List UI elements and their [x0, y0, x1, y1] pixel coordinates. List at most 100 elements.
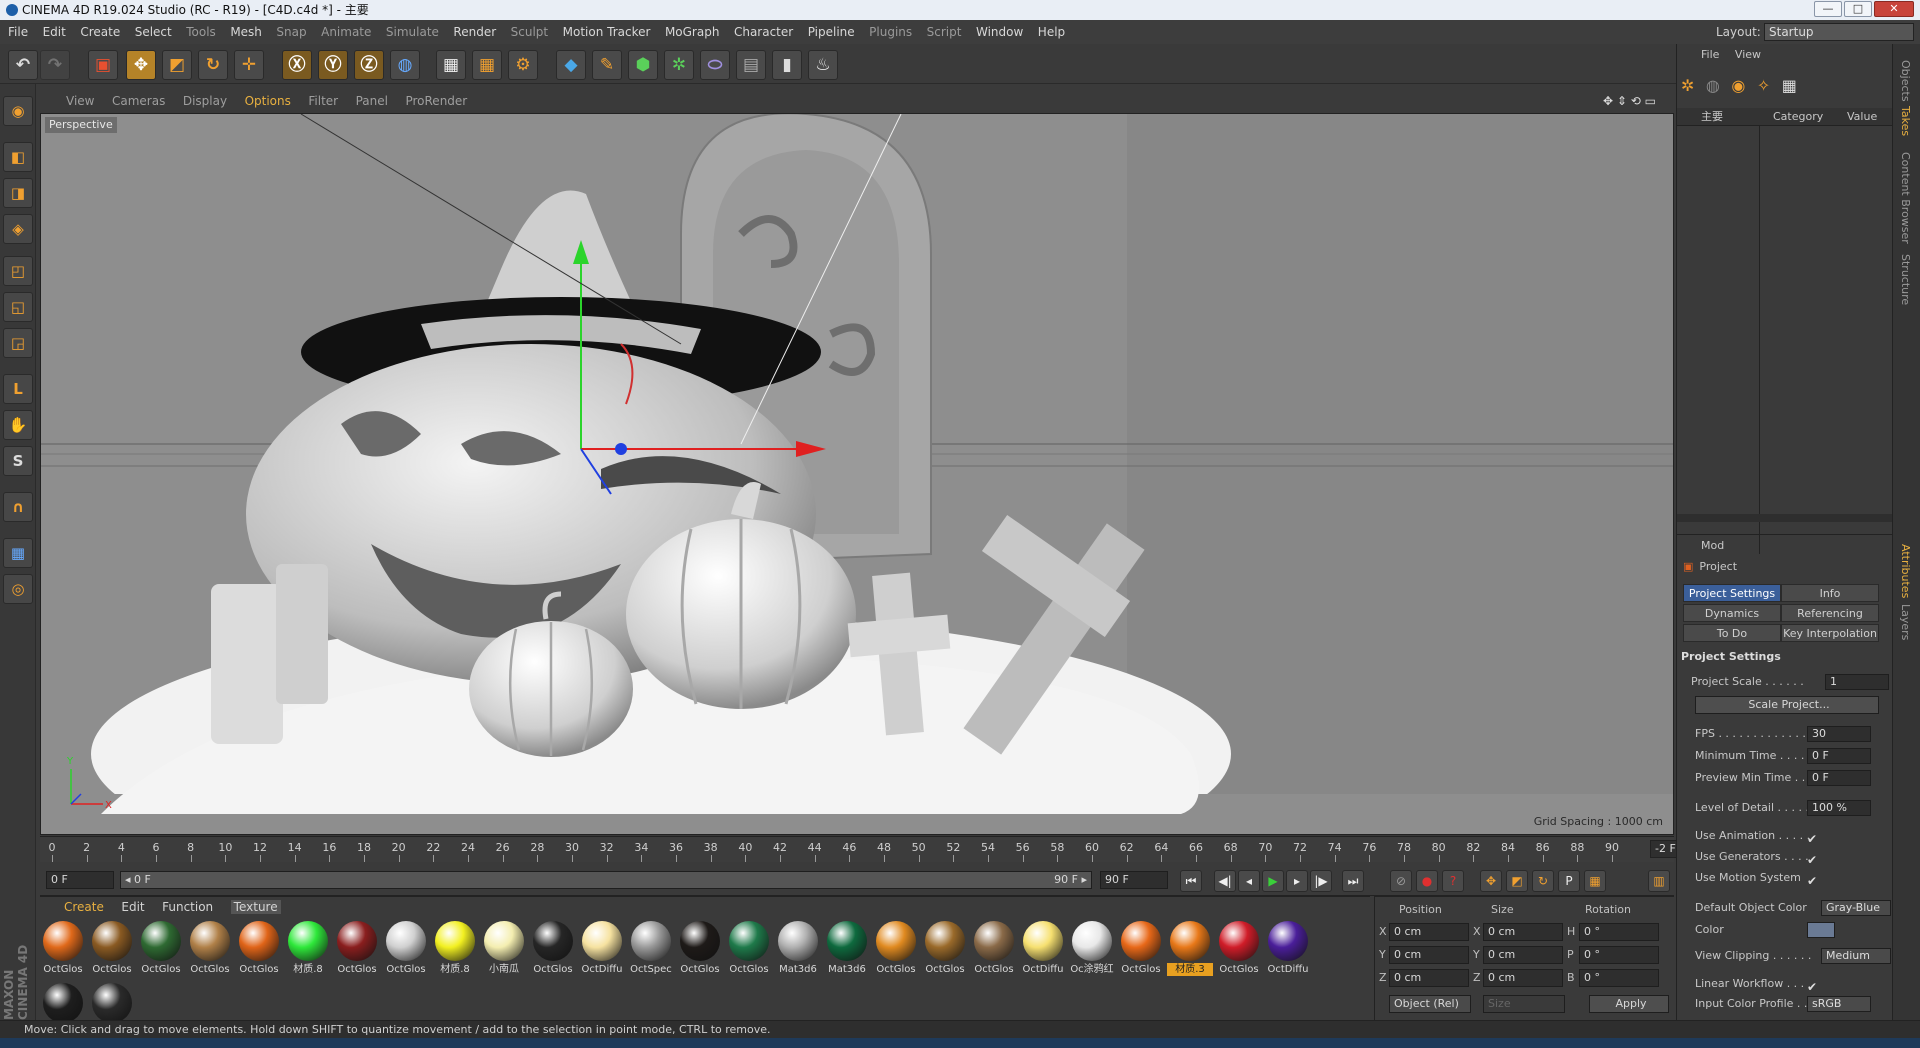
- redo-icon[interactable]: ↷: [40, 50, 70, 80]
- menu-help[interactable]: Help: [1038, 25, 1065, 39]
- menu-motion-tracker[interactable]: Motion Tracker: [563, 25, 651, 39]
- pos-y-field[interactable]: 0 cm: [1389, 946, 1469, 964]
- viewport-menu-view[interactable]: View: [66, 94, 94, 108]
- y-axis-lock-icon[interactable]: Ⓨ: [318, 50, 348, 80]
- planar-workplane-icon[interactable]: ◎: [3, 574, 33, 604]
- menu-tools[interactable]: Tools: [186, 25, 216, 39]
- light-icon[interactable]: ♨: [808, 50, 838, 80]
- material-swatch[interactable]: OctSpec: [628, 921, 674, 981]
- material-swatch[interactable]: OctGlos: [187, 921, 233, 981]
- rot-h-field[interactable]: 0 °: [1579, 923, 1659, 941]
- viewport-menu-panel[interactable]: Panel: [356, 94, 388, 108]
- tab-referencing[interactable]: Referencing: [1781, 604, 1879, 622]
- material-swatch[interactable]: Mat3d6: [775, 921, 821, 981]
- frame-range-slider[interactable]: ◂ 0 F 90 F ▸: [120, 871, 1092, 889]
- viewport-nav-icons[interactable]: ✥ ⇕ ⟲ ▭: [1603, 90, 1656, 112]
- record-scale-icon[interactable]: ◩: [1506, 870, 1528, 892]
- viewport-menu-display[interactable]: Display: [183, 94, 227, 108]
- go-to-end-icon[interactable]: ⏭: [1342, 870, 1364, 892]
- camera-icon[interactable]: ▮: [772, 50, 802, 80]
- material-swatch[interactable]: OctGlos: [873, 921, 919, 981]
- rot-b-field[interactable]: 0 °: [1579, 969, 1659, 987]
- material-swatch[interactable]: OctGlos: [530, 921, 576, 981]
- tab-layers[interactable]: Layers: [1899, 604, 1912, 640]
- attributes-mode-menu[interactable]: Mod: [1701, 539, 1724, 552]
- next-frame-icon[interactable]: ▸: [1286, 870, 1308, 892]
- menu-animate[interactable]: Animate: [321, 25, 371, 39]
- close-button[interactable]: ✕: [1874, 1, 1914, 17]
- coordinate-system-icon[interactable]: ◍: [390, 50, 420, 80]
- material-swatch[interactable]: OctGlos: [236, 921, 282, 981]
- lock-workplane-icon[interactable]: ▦: [3, 538, 33, 568]
- timeline-window-icon[interactable]: ▥: [1648, 870, 1670, 892]
- material-swatch[interactable]: OctGlos: [1118, 921, 1164, 981]
- texture-mode-icon[interactable]: ◨: [3, 178, 33, 208]
- subdivision-icon[interactable]: ⬢: [628, 50, 658, 80]
- tag-icon[interactable]: ◉: [1731, 76, 1745, 95]
- record-position-icon[interactable]: ✥: [1480, 870, 1502, 892]
- material-swatch[interactable]: OctGlos: [971, 921, 1017, 981]
- project-scale-field[interactable]: 1: [1825, 674, 1889, 690]
- material-swatch[interactable]: OctGlos: [677, 921, 723, 981]
- workplane-icon[interactable]: ◈: [3, 214, 33, 244]
- pen-spline-icon[interactable]: ✎: [592, 50, 622, 80]
- deformer-icon[interactable]: ⬭: [700, 50, 730, 80]
- floor-icon[interactable]: ▤: [736, 50, 766, 80]
- size-x-field[interactable]: 0 cm: [1483, 923, 1563, 941]
- rotate-tool-icon[interactable]: ↻: [198, 50, 228, 80]
- tab-dynamics[interactable]: Dynamics: [1683, 604, 1781, 622]
- pos-z-field[interactable]: 0 cm: [1389, 969, 1469, 987]
- record-active-objects-icon[interactable]: ⊘: [1390, 870, 1412, 892]
- apply-button[interactable]: Apply: [1589, 995, 1669, 1013]
- size-mode-dropdown[interactable]: Size: [1483, 995, 1565, 1013]
- menu-sculpt[interactable]: Sculpt: [511, 25, 548, 39]
- end-frame-field[interactable]: 90 F: [1100, 871, 1168, 889]
- material-swatch[interactable]: 小南瓜: [481, 921, 527, 981]
- add-object-icon[interactable]: ✲: [1681, 76, 1694, 95]
- objects-menu-file[interactable]: File: [1701, 48, 1719, 61]
- keyframe-selection-icon[interactable]: ?: [1442, 870, 1464, 892]
- record-parameter-icon[interactable]: P: [1558, 870, 1580, 892]
- material-swatch[interactable]: OctGlos: [922, 921, 968, 981]
- start-frame-field[interactable]: 0 F: [46, 871, 114, 889]
- z-axis-lock-icon[interactable]: Ⓩ: [354, 50, 384, 80]
- material-menu-create[interactable]: Create: [64, 900, 104, 914]
- snap-icon[interactable]: S: [3, 446, 33, 476]
- level-of-detail-field[interactable]: 100 %: [1807, 800, 1871, 816]
- scale-project-button[interactable]: Scale Project...: [1695, 696, 1879, 714]
- move-tool-icon[interactable]: ✥: [126, 50, 156, 80]
- autokeying-icon[interactable]: ●: [1416, 870, 1438, 892]
- polygons-mode-icon[interactable]: ◲: [3, 328, 33, 358]
- next-key-icon[interactable]: |▶: [1310, 870, 1332, 892]
- live-selection-icon[interactable]: ▣: [88, 50, 118, 80]
- size-z-field[interactable]: 0 cm: [1483, 969, 1563, 987]
- material-menu-texture[interactable]: Texture: [230, 900, 281, 914]
- material-swatch[interactable]: OctDiffu: [579, 921, 625, 981]
- 3d-viewport[interactable]: Y X Perspective Grid Spacing : 1000 cm: [40, 113, 1674, 835]
- menu-snap[interactable]: Snap: [276, 25, 306, 39]
- viewport-menu-options[interactable]: Options: [245, 94, 291, 108]
- make-editable-icon[interactable]: ◉: [3, 96, 33, 126]
- material-swatch[interactable]: Oc涂鸦红: [1069, 921, 1115, 981]
- material-swatch[interactable]: OctGlos: [89, 921, 135, 981]
- record-rotation-icon[interactable]: ↻: [1532, 870, 1554, 892]
- tab-structure[interactable]: Structure: [1899, 254, 1912, 305]
- maximize-button[interactable]: □: [1844, 1, 1872, 17]
- preview-min-time-field[interactable]: 0 F: [1807, 770, 1871, 786]
- menu-script[interactable]: Script: [927, 25, 962, 39]
- menu-simulate[interactable]: Simulate: [386, 25, 439, 39]
- view-clipping-dropdown[interactable]: Medium: [1821, 948, 1891, 964]
- menu-character[interactable]: Character: [734, 25, 793, 39]
- transform-tool-icon[interactable]: ✛: [234, 50, 264, 80]
- render-view-icon[interactable]: ▦: [436, 50, 466, 80]
- material-swatch[interactable]: OctGlos: [334, 921, 380, 981]
- object-filter-icon[interactable]: ◍: [1706, 76, 1720, 95]
- viewport-menu-filter[interactable]: Filter: [308, 94, 338, 108]
- input-color-profile-dropdown[interactable]: sRGB: [1807, 996, 1871, 1012]
- tab-objects[interactable]: Objects: [1899, 60, 1912, 102]
- edges-mode-icon[interactable]: ◱: [3, 292, 33, 322]
- points-mode-icon[interactable]: ◰: [3, 256, 33, 286]
- menu-file[interactable]: File: [8, 25, 28, 39]
- scale-tool-icon[interactable]: ◩: [162, 50, 192, 80]
- material-swatch[interactable]: 材质.8: [285, 921, 331, 981]
